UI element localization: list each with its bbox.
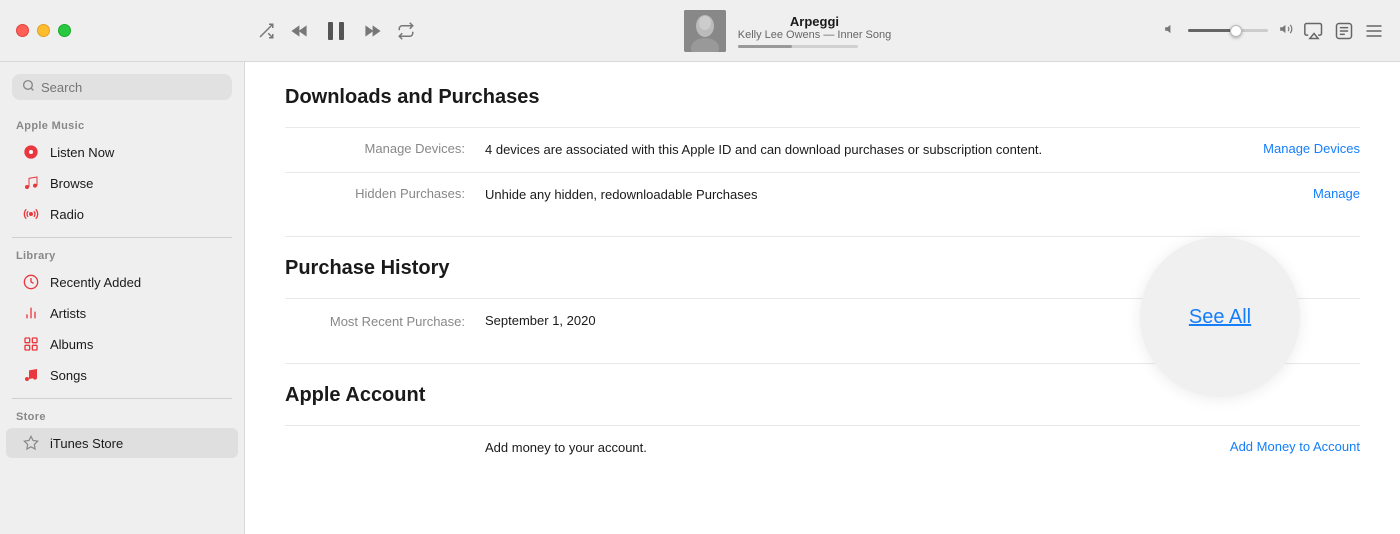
radio-icon [22,205,40,223]
sidebar-item-listen-now[interactable]: Listen Now [6,137,238,167]
most-recent-label: Most Recent Purchase: [285,313,485,329]
lyrics-button[interactable] [1334,21,1354,41]
downloads-section: Downloads and Purchases Manage Devices: … [285,86,1360,216]
sidebar-item-albums[interactable]: Albums [6,329,238,359]
add-money-row: Add money to your account. Add Money to … [285,425,1360,470]
sidebar-item-label: Listen Now [50,145,114,160]
airplay-button[interactable] [1304,21,1324,41]
downloads-section-title: Downloads and Purchases [285,86,1360,109]
library-section-label: Library [0,246,244,266]
track-info: Arpeggi Kelly Lee Owens — Inner Song [427,10,1148,52]
add-money-label [285,438,485,439]
album-art [684,10,726,52]
progress-fill [738,45,792,48]
maximize-button[interactable] [58,24,71,37]
volume-up-icon [1278,22,1294,39]
player-controls [245,21,427,41]
hidden-purchases-value: Unhide any hidden, redownloadable Purcha… [485,185,1100,205]
main-layout: Apple Music Listen Now Browse [0,62,1400,534]
listen-now-icon [22,143,40,161]
manage-hidden-link[interactable]: Manage [1313,186,1360,201]
pause-button[interactable] [327,21,345,41]
recent-icon [22,273,40,291]
sidebar-item-recently-added[interactable]: Recently Added [6,267,238,297]
see-all-link[interactable]: See All [1189,306,1251,329]
see-all-circle: See All [1140,237,1300,397]
manage-devices-label: Manage Devices: [285,140,485,156]
sidebar-divider-2 [12,398,232,399]
manage-devices-link[interactable]: Manage Devices [1263,141,1360,156]
search-icon [22,79,35,95]
artists-icon [22,304,40,322]
songs-icon [22,366,40,384]
track-artist: Kelly Lee Owens — Inner Song [738,29,891,41]
track-name: Arpeggi [738,14,891,29]
volume-down-icon [1164,22,1178,39]
store-icon [22,434,40,452]
sidebar-item-browse[interactable]: Browse [6,168,238,198]
repeat-button[interactable] [397,22,415,40]
close-button[interactable] [16,24,29,37]
volume-fill [1188,29,1236,32]
albums-icon [22,335,40,353]
sidebar-item-artists[interactable]: Artists [6,298,238,328]
shuffle-button[interactable] [257,22,275,40]
hidden-purchases-row: Hidden Purchases: Unhide any hidden, red… [285,172,1360,217]
sidebar-item-label: Artists [50,306,86,321]
right-controls [1148,21,1400,41]
purchase-history-section: Purchase History See All Most Recent Pur… [285,257,1360,343]
progress-bar[interactable] [738,45,858,48]
volume-slider[interactable] [1188,29,1268,32]
apple-account-section: Apple Account Add money to your account.… [285,384,1360,470]
sidebar-item-label: Radio [50,207,84,222]
sidebar-item-label: Browse [50,176,93,191]
sidebar-item-label: Albums [50,337,93,352]
browse-icon [22,174,40,192]
title-bar: Arpeggi Kelly Lee Owens — Inner Song [0,0,1400,62]
hidden-purchases-label: Hidden Purchases: [285,185,485,201]
add-money-link[interactable]: Add Money to Account [1230,439,1360,454]
manage-devices-action-area: Manage Devices [1100,140,1360,158]
sidebar-item-itunes-store[interactable]: iTunes Store [6,428,238,458]
sidebar-item-label: iTunes Store [50,436,123,451]
search-input[interactable] [41,80,222,95]
sidebar-divider-1 [12,237,232,238]
search-bar[interactable] [12,74,232,100]
section-divider-1 [285,236,1360,237]
hidden-purchases-action-area: Manage [1100,185,1360,203]
queue-button[interactable] [1364,21,1384,41]
sidebar-item-radio[interactable]: Radio [6,199,238,229]
sidebar-item-label: Songs [50,368,87,383]
forward-button[interactable] [361,23,381,39]
manage-devices-value: 4 devices are associated with this Apple… [485,140,1100,160]
track-details: Arpeggi Kelly Lee Owens — Inner Song [738,14,891,48]
back-button[interactable] [291,23,311,39]
sidebar-item-label: Recently Added [50,275,141,290]
sidebar: Apple Music Listen Now Browse [0,62,245,534]
minimize-button[interactable] [37,24,50,37]
add-money-action-area: Add Money to Account [1100,438,1360,456]
manage-devices-row: Manage Devices: 4 devices are associated… [285,127,1360,172]
volume-thumb [1230,25,1242,37]
store-section-label: Store [0,407,244,427]
add-money-value: Add money to your account. [485,438,1100,458]
content-area: Downloads and Purchases Manage Devices: … [245,62,1400,534]
sidebar-item-songs[interactable]: Songs [6,360,238,390]
apple-music-section-label: Apple Music [0,116,244,136]
traffic-lights [0,24,245,37]
